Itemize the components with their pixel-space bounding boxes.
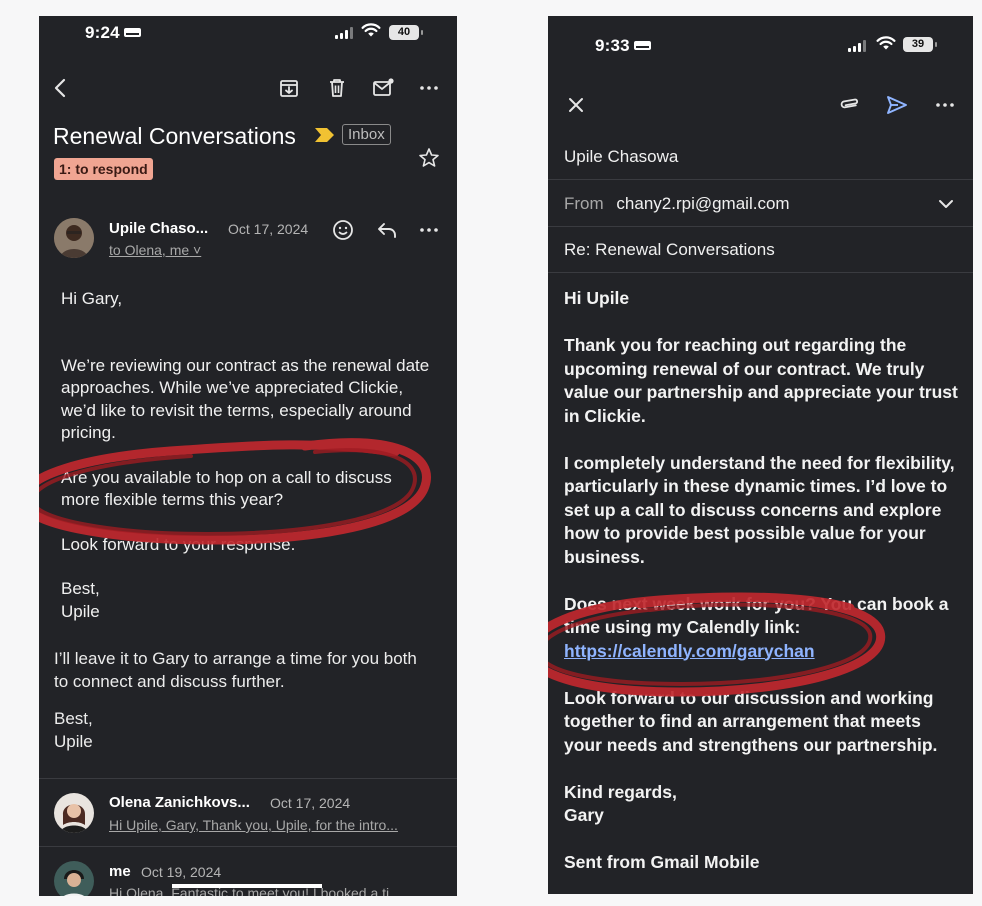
body-signature: Upile [61,601,100,621]
body-paragraph: Look forward to our discussion and worki… [564,687,938,755]
archive-icon[interactable] [277,76,301,100]
back-chevron-icon[interactable] [49,76,73,100]
body-paragraph: Thank you for reaching out regarding the… [564,335,958,426]
status-tag[interactable]: 1: to respond [54,158,153,180]
more-icon[interactable] [933,93,957,117]
message-more-icon[interactable] [417,218,441,242]
avatar [54,218,94,258]
recipients-line[interactable]: to Olena, me ˅ [109,242,201,258]
battery-indicator: 40 [389,25,423,40]
calendly-link[interactable]: https://calendly.com/garychan [564,641,815,661]
body-paragraph: Does next week work for you? You can boo… [564,593,949,661]
from-field[interactable]: From chany2.rpi@gmail.com [564,194,790,214]
body-paragraph: We’re reviewing our contract as the rene… [61,355,430,443]
body-signoff: Best, [61,579,100,598]
to-field[interactable]: Upile Chasowa [564,147,678,167]
from-label: From [564,194,604,213]
redaction-bar [172,884,322,888]
message-body: Hi Gary, We’re reviewing our contract as… [61,288,431,623]
sleep-focus-icon [123,28,141,37]
status-bar: 9:24 40 [39,16,457,50]
sender-name: me [109,863,131,880]
signal-icon [335,27,355,39]
sender-name: Olena Zanichkovs... [109,794,250,811]
divider [39,778,457,779]
mark-unread-icon[interactable] [371,76,395,100]
compose-body[interactable]: Hi Upile Thank you for reaching out rega… [564,287,959,894]
body-greeting: Hi Upile [564,288,630,308]
importance-marker-icon [315,128,335,147]
divider [548,179,973,180]
more-icon[interactable] [417,76,441,100]
inbox-label[interactable]: Inbox [342,124,391,145]
divider [548,226,973,227]
sender-name: Upile Chaso... [109,220,209,237]
status-time: 9:24 [85,23,141,43]
mobile-signature: Sent from Gmail Mobile [564,852,760,872]
paperclip-icon[interactable] [838,93,862,117]
signal-icon [848,40,868,52]
wifi-icon [876,35,896,51]
subject-field[interactable]: Re: Renewal Conversations [564,240,775,260]
body-greeting: Hi Gary, [61,289,123,308]
sleep-focus-icon [633,41,651,50]
avatar [54,861,94,896]
thread-subject: Renewal Conversations [53,123,296,149]
send-icon[interactable] [885,93,909,117]
note-signature: Upile [54,732,93,751]
status-time: 9:33 [595,36,651,56]
message-date: Oct 17, 2024 [270,795,351,811]
message-date: Oct 17, 2024 [228,221,309,237]
body-paragraph: I completely understand the need for fle… [564,452,955,567]
right-phone-screen: 9:33 39 Upile Chasowa From chany2.rpi@gm… [548,16,973,894]
emoji-react-icon[interactable] [331,218,355,242]
star-icon[interactable] [417,146,441,170]
battery-indicator: 39 [903,37,937,52]
chevron-down-icon[interactable] [934,192,958,216]
close-icon[interactable] [564,93,588,117]
from-address: chany2.rpi@gmail.com [616,194,790,213]
forward-note: I’ll leave it to Gary to arrange a time … [54,649,417,691]
trash-icon[interactable] [325,76,349,100]
body-question: Are you available to hop on a call to di… [61,467,392,510]
message-snippet: Hi Upile, Gary, Thank you, Upile, for th… [109,817,398,833]
divider [548,272,973,273]
message-date: Oct 19, 2024 [141,864,222,880]
reply-icon[interactable] [375,218,399,242]
body-closing: Kind regards, [564,781,677,802]
avatar [54,793,94,833]
note-signoff: Best, [54,709,93,728]
body-signature: Gary [564,805,604,825]
body-closing: Look forward to your response. [61,534,296,554]
status-bar: 9:33 39 [548,16,973,55]
divider [39,846,457,847]
wifi-icon [361,22,381,38]
left-phone-screen: 9:24 40 Renewal Conversations Inbox 1: t… [39,16,457,896]
